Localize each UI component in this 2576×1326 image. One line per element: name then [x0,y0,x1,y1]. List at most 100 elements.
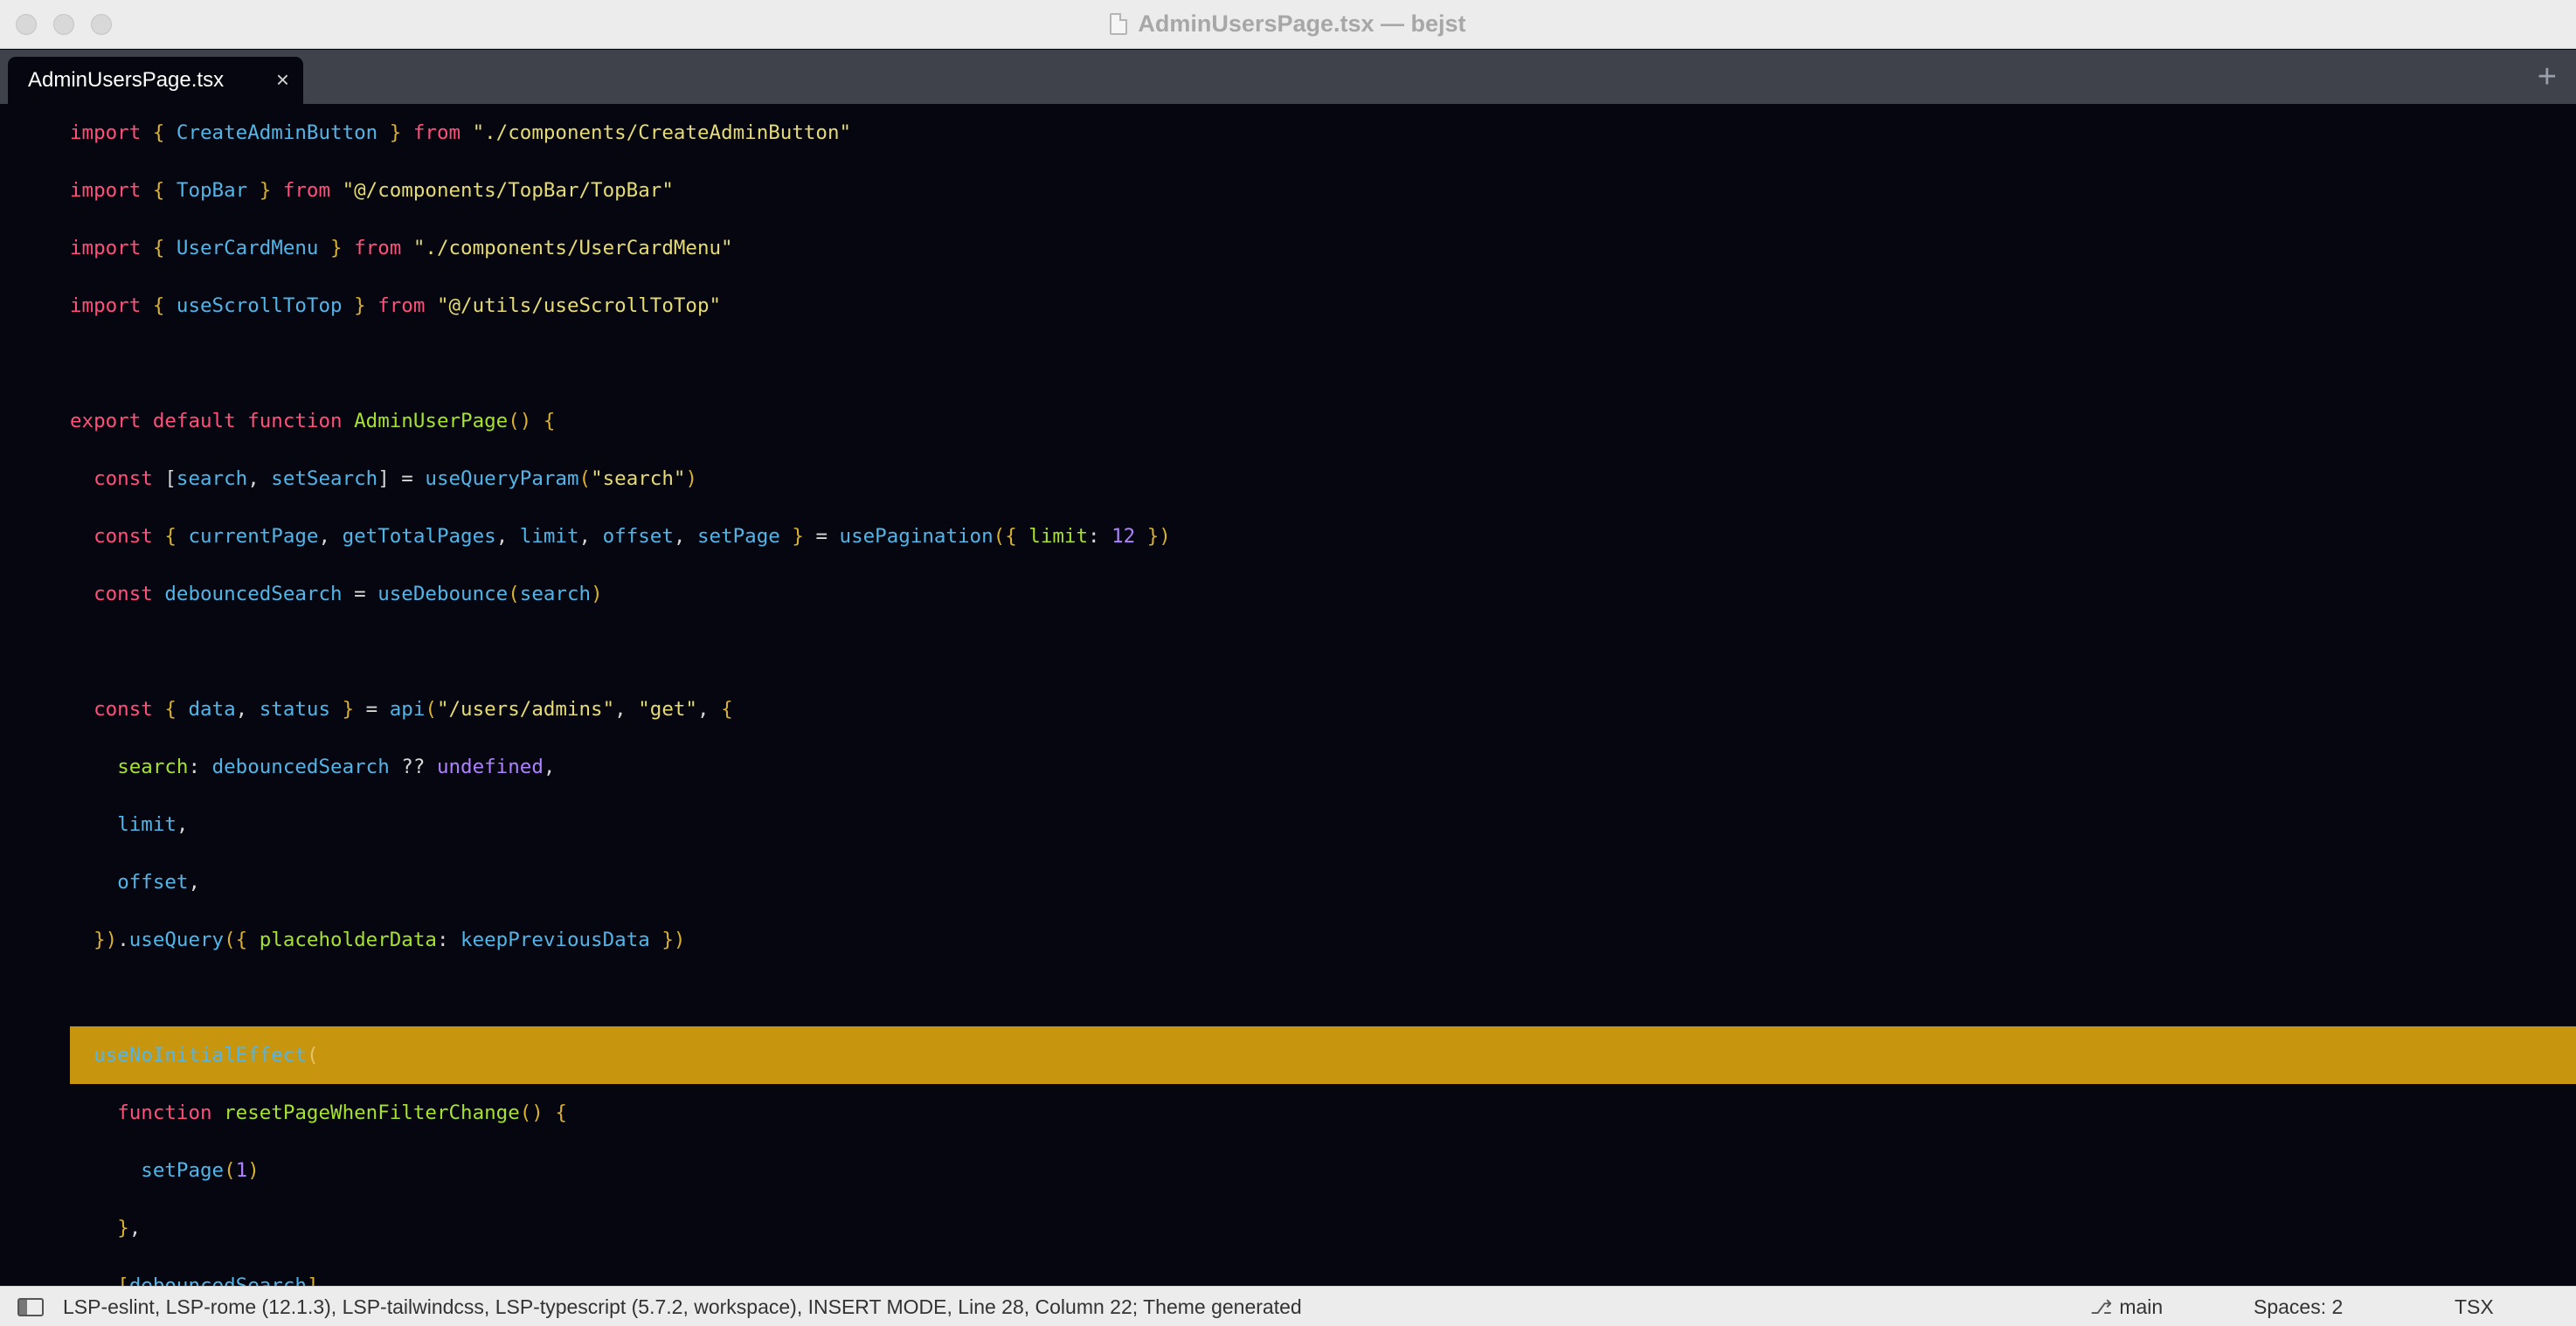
code-line[interactable]: limit, [0,796,2576,853]
new-tab-button[interactable]: + [2538,60,2557,93]
zoom-window-button[interactable] [91,14,112,35]
code-token: const [93,698,153,721]
code-token: offset [602,525,674,548]
code-line[interactable]: import { CreateAdminButton } from "./com… [0,104,2576,162]
code-line[interactable]: import { useScrollToTop } from "@/utils/… [0,277,2576,335]
code-line[interactable] [0,969,2576,1026]
code-token: { [152,237,165,259]
code-token: const [93,467,153,490]
code-token: : [436,929,461,951]
code-line[interactable]: setPage(1) [0,1142,2576,1199]
code-token: from [282,179,331,202]
code-token: offset [117,871,189,894]
status-text: LSP-eslint, LSP-rome (12.1.3), LSP-tailw… [63,1295,1302,1318]
tab-adminuserspage[interactable]: AdminUsersPage.tsx × [8,57,303,104]
code-token: search [117,756,189,778]
code-line[interactable]: const debouncedSearch = useDebounce(sear… [0,565,2576,623]
code-token: ( [224,1159,236,1182]
code-editor[interactable]: import { CreateAdminButton } from "./com… [0,104,2576,1286]
code-token: "@/utils/useScrollToTop" [436,294,722,317]
sidebar-toggle-icon[interactable] [17,1298,44,1316]
code-line[interactable]: [debouncedSearch] [0,1257,2576,1286]
code-line[interactable]: offset, [0,853,2576,911]
code-line[interactable] [0,335,2576,392]
code-token: ] [306,1274,319,1286]
code-token: "search" [591,467,686,490]
code-line[interactable]: }).useQuery({ placeholderData: keepPrevi… [0,911,2576,969]
code-line[interactable]: }, [0,1199,2576,1257]
git-branch[interactable]: ⎇ main [2090,1295,2163,1319]
code-token: } [117,1217,129,1240]
document-icon [1110,13,1128,35]
code-token: 1 [235,1159,248,1182]
code-token: data [188,698,236,721]
code-line[interactable]: const { data, status } = api("/users/adm… [0,680,2576,738]
code-line[interactable]: import { UserCardMenu } from "./componen… [0,219,2576,277]
code-token: useDebounce [377,583,509,605]
code-token: { [721,698,733,721]
code-token: { [164,525,177,548]
close-window-button[interactable] [16,14,37,35]
code-line[interactable]: function resetPageWhenFilterChange() { [0,1084,2576,1142]
code-token: ) [247,1159,260,1182]
code-line[interactable]: import { TopBar } from "@/components/Top… [0,162,2576,219]
code-token: , [696,698,722,721]
code-line[interactable]: const { currentPage, getTotalPages, limi… [0,508,2576,565]
code-line[interactable]: export default function AdminUserPage() … [0,392,2576,450]
tab-bar: AdminUsersPage.tsx × + [0,50,2576,104]
syntax-selector[interactable]: TSX [2455,1295,2494,1319]
code-token: ({ [993,525,1017,548]
code-line[interactable]: search: debouncedSearch ?? undefined, [0,738,2576,796]
code-token: , [128,1217,142,1240]
window-title: AdminUsersPage.tsx — bejst [1138,10,1466,37]
code-token: setPage [141,1159,225,1182]
current-code-line[interactable]: useNoInitialEffect( [70,1026,2576,1084]
code-token: setSearch [271,467,378,490]
code-token: () [508,410,532,432]
title-bar: AdminUsersPage.tsx — bejst [0,0,2576,49]
code-token: { [152,121,165,144]
code-token: from [412,121,461,144]
code-token: [ [117,1274,129,1286]
code-token: import [70,294,142,317]
code-token: ) [591,583,603,605]
code-token: function [247,410,343,432]
close-tab-icon[interactable]: × [276,68,289,91]
code-token: "@/components/TopBar/TopBar" [342,179,674,202]
code-line[interactable] [0,623,2576,680]
tab-label: AdminUsersPage.tsx [28,68,225,92]
code-token: setPage [696,525,780,548]
indentation-setting[interactable]: Spaces: 2 [2254,1295,2343,1319]
code-token: } [792,525,804,548]
code-token: import [70,179,142,202]
code-token: ( [508,583,520,605]
code-token: ?? [389,756,437,778]
code-line[interactable]: const [search, setSearch] = useQueryPara… [0,450,2576,508]
code-token: resetPageWhenFilterChange [224,1102,520,1124]
code-token: () [519,1102,544,1124]
code-token: search [176,467,248,490]
code-token: { [152,179,165,202]
minimize-window-button[interactable] [53,14,74,35]
code-token: AdminUserPage [354,410,509,432]
